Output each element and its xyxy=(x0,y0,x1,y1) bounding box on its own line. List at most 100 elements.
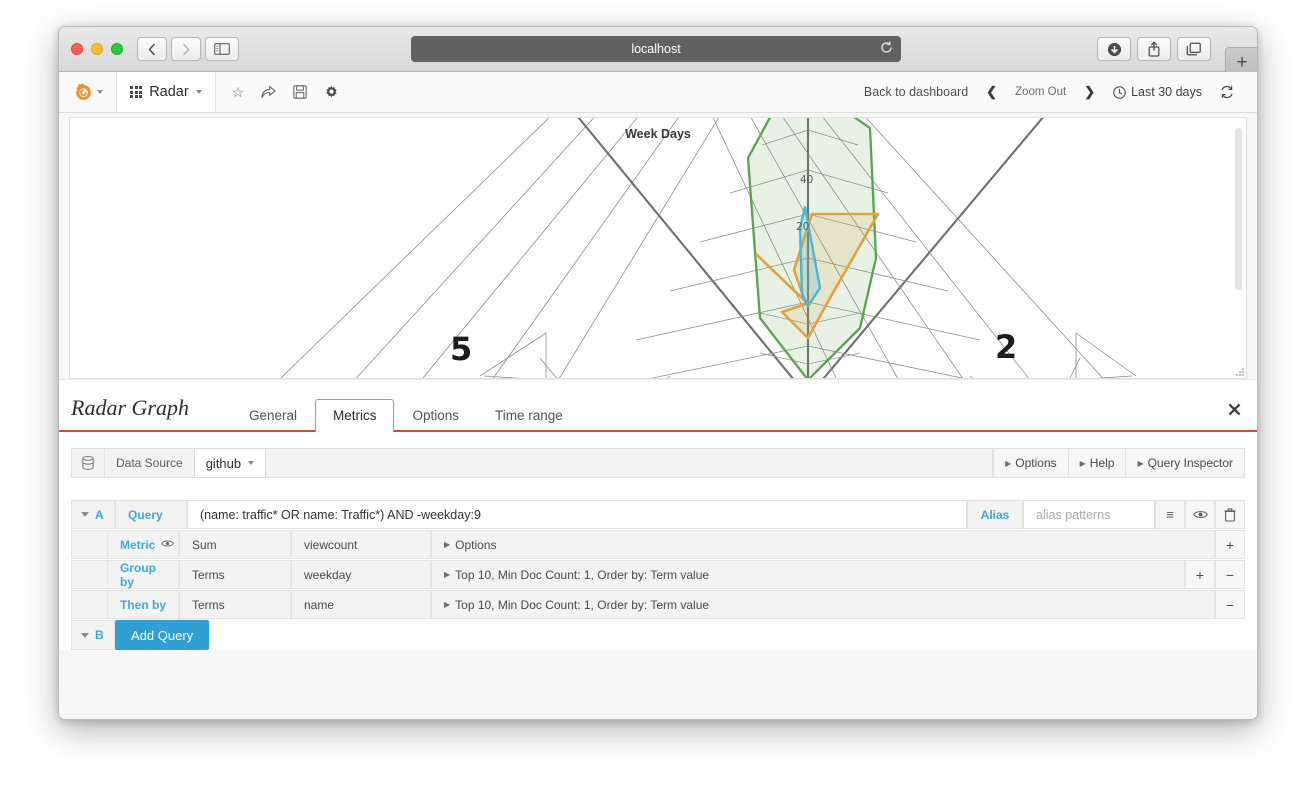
refresh-icon[interactable] xyxy=(1211,85,1243,99)
query-b-collapse-toggle[interactable]: B xyxy=(71,620,115,650)
query-delete-trash-icon[interactable] xyxy=(1215,500,1245,529)
then-by-type-select[interactable]: Terms xyxy=(179,590,291,619)
help-toggle[interactable]: ▶ Help xyxy=(1068,448,1127,478)
settings-gear-icon[interactable] xyxy=(324,85,339,100)
share-dashboard-icon[interactable] xyxy=(261,85,276,99)
reload-icon[interactable] xyxy=(880,41,893,57)
dashboard-picker[interactable]: Radar xyxy=(117,72,216,112)
desktop-background: localhost + Radar ☆ Back to dashboard ❮ … xyxy=(0,0,1313,796)
navigation-buttons xyxy=(137,37,239,61)
grafana-navbar: Radar ☆ Back to dashboard ❮ Zoom Out ❯ L… xyxy=(59,72,1257,113)
clock-icon xyxy=(1113,85,1126,99)
then-by-options-toggle[interactable]: ▶ Top 10, Min Doc Count: 1, Order by: Te… xyxy=(431,590,1215,619)
close-window-button[interactable] xyxy=(71,43,83,55)
tab-metrics[interactable]: Metrics xyxy=(314,399,395,432)
group-by-field-select[interactable]: weekday xyxy=(291,560,431,589)
tab-overview-button[interactable] xyxy=(1177,37,1211,61)
radar-axis-label-right: 2 xyxy=(995,328,1017,366)
browser-titlebar: localhost + xyxy=(59,27,1257,79)
group-by-label: Group by xyxy=(107,560,179,589)
refresh-glyph xyxy=(1221,85,1233,99)
time-range-picker[interactable]: Last 30 days xyxy=(1104,85,1211,99)
group-by-options-toggle[interactable]: ▶ Top 10, Min Doc Count: 1, Order by: Te… xyxy=(431,560,1185,589)
zoom-out-button[interactable]: Zoom Out xyxy=(1006,86,1075,98)
then-by-label: Then by xyxy=(107,590,179,619)
reload-glyph xyxy=(881,41,892,53)
row-indent xyxy=(71,560,107,589)
dashboard-title: Radar xyxy=(149,84,189,100)
query-inspector-toggle[interactable]: ▶ Query Inspector xyxy=(1126,448,1245,478)
options-toggle-label: Options xyxy=(1015,456,1057,470)
add-query-button[interactable]: Add Query xyxy=(115,620,210,650)
time-range-label: Last 30 days xyxy=(1131,85,1202,99)
caret-right-icon: ▶ xyxy=(444,600,451,609)
caret-right-icon: ▶ xyxy=(1079,458,1086,468)
forward-button[interactable] xyxy=(171,37,201,61)
tab-options[interactable]: Options xyxy=(394,399,477,432)
close-icon xyxy=(1228,403,1241,416)
address-bar[interactable]: localhost xyxy=(411,36,901,62)
back-button[interactable] xyxy=(137,37,167,61)
time-shift-back-icon[interactable]: ❮ xyxy=(977,84,1006,100)
save-dashboard-icon[interactable] xyxy=(293,85,308,99)
group-by-add-button[interactable]: + xyxy=(1185,560,1215,589)
metric-field-select[interactable]: viewcount xyxy=(291,530,431,559)
metric-visibility-eye-icon[interactable] xyxy=(161,539,175,551)
tab-general[interactable]: General xyxy=(231,399,315,432)
metric-aggregation-select[interactable]: Sum xyxy=(179,530,291,559)
group-by-row: Group by Terms weekday ▶ Top 10, Min Doc… xyxy=(71,560,1245,589)
new-tab-label: + xyxy=(1236,52,1248,73)
options-toggle[interactable]: ▶ Options xyxy=(993,448,1069,478)
window-controls xyxy=(71,43,123,55)
group-by-type-select[interactable]: Terms xyxy=(179,560,291,589)
query-reorder-icon[interactable]: ≡ xyxy=(1155,500,1185,529)
alias-input[interactable]: alias patterns xyxy=(1023,500,1155,529)
datasource-select[interactable]: github xyxy=(193,448,267,478)
then-by-remove-button[interactable]: − xyxy=(1215,590,1245,619)
help-toggle-label: Help xyxy=(1089,456,1115,470)
dashboard-grid-icon xyxy=(130,85,143,99)
close-editor-button[interactable] xyxy=(1228,403,1241,420)
download-icon xyxy=(1107,42,1121,56)
grafana-logo-menu[interactable] xyxy=(59,72,117,112)
eye-glyph xyxy=(161,540,175,546)
query-input[interactable]: (name: traffic* OR name: Traffic*) AND -… xyxy=(187,500,967,529)
group-by-options-label: Top 10, Min Doc Count: 1, Order by: Term… xyxy=(455,567,710,582)
panel-resize-handle[interactable] xyxy=(1235,367,1244,376)
then-by-options-label: Top 10, Min Doc Count: 1, Order by: Term… xyxy=(455,597,710,612)
tab-time-range[interactable]: Time range xyxy=(477,399,581,432)
panel-editor: Radar Graph General Metrics Options Time… xyxy=(59,379,1257,650)
query-visibility-eye-icon[interactable] xyxy=(1185,500,1215,529)
chevron-down-icon xyxy=(81,632,89,638)
row-indent xyxy=(71,530,107,559)
query-inspector-label: Query Inspector xyxy=(1147,456,1233,470)
back-to-dashboard-link[interactable]: Back to dashboard xyxy=(855,85,977,99)
maximize-window-button[interactable] xyxy=(111,43,123,55)
time-shift-forward-icon[interactable]: ❯ xyxy=(1075,84,1104,100)
downloads-button[interactable] xyxy=(1097,37,1131,61)
caret-right-icon: ▶ xyxy=(444,540,451,549)
dashboard-actions: ☆ xyxy=(216,72,356,112)
query-a-collapse-toggle[interactable]: A xyxy=(71,500,115,529)
radar-axis-label-left: 5 xyxy=(450,330,472,368)
panel-scrollbar[interactable] xyxy=(1235,128,1242,290)
tab-overview-icon xyxy=(1186,42,1201,55)
metric-add-button[interactable]: + xyxy=(1215,530,1245,559)
then-by-field-select[interactable]: name xyxy=(291,590,431,619)
sidebar-toggle-button[interactable] xyxy=(205,37,239,61)
editor-header: Radar Graph General Metrics Options Time… xyxy=(59,380,1257,432)
share-button[interactable] xyxy=(1137,37,1171,61)
panel-title: Week Days xyxy=(625,127,691,141)
metric-options-toggle[interactable]: ▶ Options xyxy=(431,530,1215,559)
group-by-remove-button[interactable]: − xyxy=(1215,560,1245,589)
minimize-window-button[interactable] xyxy=(91,43,103,55)
query-a-refid: A xyxy=(95,507,104,522)
database-glyph xyxy=(82,456,94,470)
then-by-row: Then by Terms name ▶ Top 10, Min Doc Cou… xyxy=(71,590,1245,619)
star-icon[interactable]: ☆ xyxy=(232,85,245,99)
database-icon xyxy=(71,448,104,478)
navbar-right-controls: Back to dashboard ❮ Zoom Out ❯ Last 30 d… xyxy=(855,72,1257,112)
grafana-app: Radar ☆ Back to dashboard ❮ Zoom Out ❯ L… xyxy=(59,72,1257,719)
datasource-value: github xyxy=(205,455,242,471)
metric-row: Metric Sum viewcount ▶ Options + xyxy=(71,530,1245,559)
